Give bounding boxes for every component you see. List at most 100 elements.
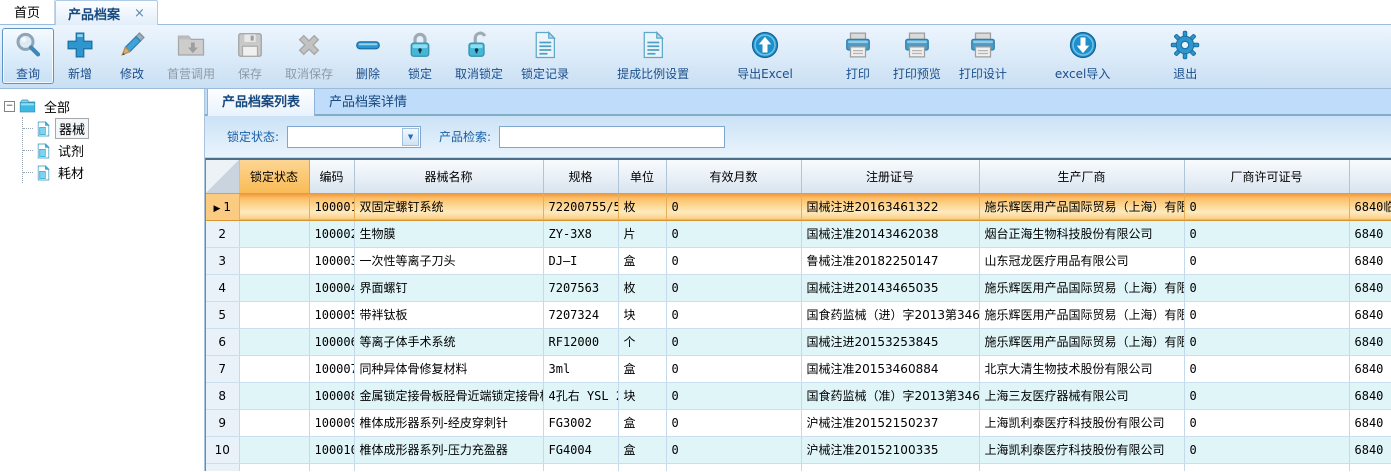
row-number-cell[interactable]: 5 [206, 301, 240, 329]
table-row[interactable]: 3 100003 一次性等离子刀头 DJ—I 盒 0 鲁械注准20182250147 山东冠龙… [206, 247, 1391, 275]
cell-months[interactable]: 0 [666, 328, 802, 356]
cell-lic[interactable]: 0 [1184, 220, 1350, 248]
tab-product-detail[interactable]: 产品档案详情 [315, 89, 421, 114]
row-number-cell[interactable]: 10 [206, 436, 240, 464]
cell-cat[interactable]: 6840 [1349, 436, 1391, 464]
cell-spec[interactable]: 7207324 [543, 301, 619, 329]
cell-name[interactable]: 一次性等离子刀头 [354, 247, 544, 275]
cell-spec[interactable]: ZY-3X8 [543, 220, 619, 248]
cell-reg[interactable]: 国食药监械（进）字2013第3464952号 [801, 301, 980, 329]
tab-home[interactable]: 首页 [0, 0, 56, 24]
cell-lic[interactable]: 0 [1184, 274, 1350, 302]
cell-cat[interactable]: 6840 [1349, 409, 1391, 437]
cell-cat[interactable]: 6840 [1349, 328, 1391, 356]
tab-product-list[interactable]: 产品档案列表 [207, 89, 316, 116]
row-number-cell[interactable]: 3 [206, 247, 240, 275]
cell-cat[interactable]: 6840 [1349, 247, 1391, 275]
cell-mfr[interactable]: 上海凯利泰医疗科技股份有限公司 [979, 436, 1185, 464]
table-row[interactable]: 10 100010 椎体成形器系列-压力充盈器 FG4004 盒 0 沪械注准2015210… [206, 436, 1391, 464]
cell-unit[interactable]: 块 [618, 382, 667, 410]
toolbar-button-print-preview[interactable]: 打印预览 [884, 28, 950, 84]
cell-code[interactable]: 100002 [309, 220, 355, 248]
column-header-unit[interactable]: 单位 [618, 160, 667, 194]
cell-reg[interactable]: 国械注准20143462038 [801, 220, 980, 248]
select-all-corner[interactable] [206, 160, 240, 194]
row-number-cell[interactable]: 8 [206, 382, 240, 410]
tree-expander-icon[interactable]: − [4, 100, 15, 112]
column-header-reg[interactable]: 注册证号 [801, 160, 980, 194]
cell-code[interactable]: 100009 [309, 409, 355, 437]
row-number-cell[interactable]: ▶ 1 [206, 193, 240, 221]
cell-lic[interactable]: 0 [1184, 247, 1350, 275]
lock-status-select[interactable]: ▼ [287, 125, 422, 148]
cell-name[interactable]: 金属锁定接骨板胫骨近端锁定接骨板 [354, 382, 544, 410]
cell-name[interactable]: 等离子体手术系统 [354, 328, 544, 356]
cell-unit[interactable]: 个 [618, 328, 667, 356]
cell-lock[interactable] [239, 382, 310, 410]
table-row[interactable]: ▶1100001双固定螺钉系统72200755/5.0枚0国械注进2016346… [206, 193, 1391, 221]
cell-unit[interactable]: 盒 [618, 247, 667, 275]
cell-months[interactable]: 0 [666, 436, 802, 464]
toolbar-button-export-excel[interactable]: 导出Excel [728, 28, 802, 84]
cell-name[interactable]: 生物膜 [354, 220, 544, 248]
cell-lic[interactable]: 0 [1184, 328, 1350, 356]
cell-spec[interactable]: FG4004 [543, 436, 619, 464]
cell-months[interactable]: 0 [666, 274, 802, 302]
cell-cat[interactable]: 6840 [1349, 220, 1391, 248]
cell-unit[interactable]: 盒 [618, 409, 667, 437]
cell-months[interactable]: 0 [666, 382, 802, 410]
row-number-cell[interactable]: 7 [206, 355, 240, 383]
cell-spec[interactable]: RF12000 [543, 328, 619, 356]
cell-unit[interactable]: 枚 [618, 193, 667, 221]
cell-lock[interactable] [239, 436, 310, 464]
cell-code[interactable]: 100003 [309, 247, 355, 275]
cell-reg[interactable]: 沪械注准20152150237 [801, 409, 980, 437]
cell-code[interactable]: 100001 [309, 193, 355, 221]
cell-lock[interactable] [239, 193, 310, 221]
toolbar-button-exit[interactable]: 退出 [1159, 28, 1211, 84]
cell-lock[interactable] [239, 328, 310, 356]
cell-months[interactable]: 0 [666, 301, 802, 329]
column-header-name[interactable]: 器械名称 [354, 160, 544, 194]
toolbar-button-print[interactable]: 打印 [832, 28, 884, 84]
cell-name[interactable]: 同种异体骨修复材料 [354, 355, 544, 383]
table-row[interactable]: 7 100007 同种异体骨修复材料 3ml 盒 0 国械注准20153460884 北京大清… [206, 355, 1391, 383]
cell-mfr[interactable]: 施乐辉医用产品国际贸易（上海）有限公司 [979, 328, 1185, 356]
table-row[interactable]: 8100008金属锁定接骨板胫骨近端锁定接骨板4孔右 YSL 28块0国食药监械… [206, 382, 1391, 410]
cell-spec[interactable]: 3ml [543, 355, 619, 383]
toolbar-button-delete[interactable]: 删除 [342, 28, 394, 84]
toolbar-button-lock[interactable]: 锁定 [394, 28, 446, 84]
cell-lock[interactable] [239, 409, 310, 437]
cell-code[interactable]: 100007 [309, 355, 355, 383]
cell-lic[interactable]: 0 [1184, 301, 1350, 329]
cell-cat[interactable]: 6840 [1349, 274, 1391, 302]
cell-name[interactable]: 双固定螺钉系统 [354, 193, 544, 221]
cell-code[interactable]: 100008 [309, 382, 355, 410]
tree-item-consumable[interactable]: 耗材 [23, 161, 200, 183]
toolbar-button-unlock[interactable]: 取消锁定 [446, 28, 512, 84]
row-number-cell[interactable]: 2 [206, 220, 240, 248]
cell-unit[interactable]: 块 [618, 301, 667, 329]
cell-months[interactable]: 0 [666, 355, 802, 383]
tree-item-instrument[interactable]: 器械 [23, 117, 200, 139]
cell-lock[interactable] [239, 220, 310, 248]
cell-spec[interactable]: FG3002 [543, 409, 619, 437]
toolbar-button-print-design[interactable]: 打印设计 [950, 28, 1016, 84]
cell-code[interactable]: 100004 [309, 274, 355, 302]
cell-reg[interactable]: 沪械注准20152100335 [801, 436, 980, 464]
cell-cat[interactable]: 6840 [1349, 355, 1391, 383]
cell-name[interactable]: 椎体成形器系列-压力充盈器 [354, 436, 544, 464]
cell-lock[interactable] [239, 274, 310, 302]
cell-months[interactable]: 0 [666, 409, 802, 437]
table-row[interactable]: 9 100009 椎体成形器系列-经皮穿刺针 FG3002 盒 0 沪械注准20152150… [206, 409, 1391, 437]
cell-code[interactable]: 100005 [309, 301, 355, 329]
cell-mfr[interactable]: 烟台正海生物科技股份有限公司 [979, 220, 1185, 248]
cell-name[interactable]: 界面螺钉 [354, 274, 544, 302]
cell-lock[interactable] [239, 247, 310, 275]
column-header-spec[interactable]: 规格 [543, 160, 619, 194]
table-row[interactable]: 5100005带袢钛板7207324块0国食药监械（进）字2013第346495… [206, 301, 1391, 329]
column-header-lic[interactable]: 厂商许可证号 [1184, 160, 1350, 194]
cell-lic[interactable]: 0 [1184, 436, 1350, 464]
cell-mfr[interactable]: 山东冠龙医疗用品有限公司 [979, 247, 1185, 275]
tree-item-reagent[interactable]: 试剂 [23, 139, 200, 161]
